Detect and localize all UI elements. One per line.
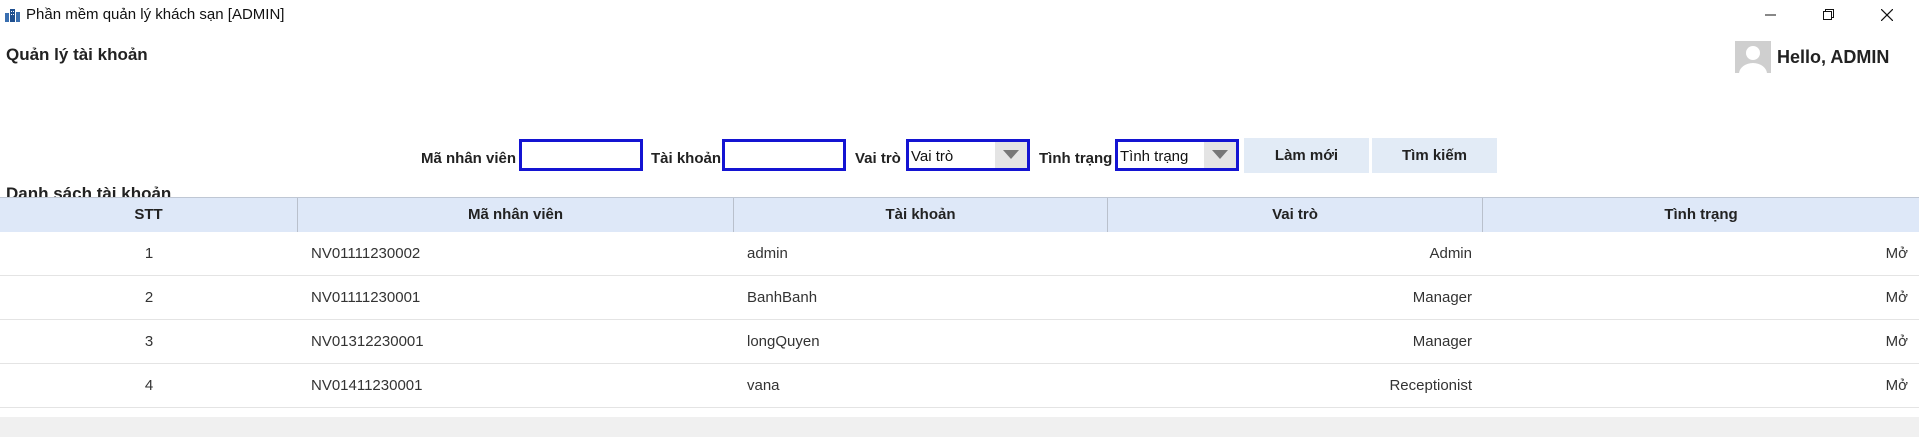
window-title: Phần mềm quản lý khách sạn [ADMIN] xyxy=(26,6,285,23)
cell-account: longQuyen xyxy=(747,333,820,350)
page-title: Quản lý tài khoản xyxy=(6,45,148,64)
status-select[interactable]: Tình trạng xyxy=(1115,139,1239,171)
cell-status: Mở xyxy=(1885,377,1908,394)
greeting: Hello, ADMIN xyxy=(1777,47,1890,67)
cell-employee-id: NV01111230001 xyxy=(311,289,421,306)
cell-status: Mở xyxy=(1885,333,1908,350)
table-row[interactable]: 1 NV01111230002 admin Admin Mở xyxy=(0,232,1919,276)
table-row[interactable]: 3 NV01312230001 longQuyen Manager Mở xyxy=(0,320,1919,364)
close-button[interactable] xyxy=(1859,0,1915,29)
cell-stt: 2 xyxy=(144,289,154,306)
restore-button[interactable] xyxy=(1801,0,1857,29)
main-content: Quản lý tài khoản Hello, ADMIN Mã nhân v… xyxy=(0,29,1919,417)
cell-stt: 3 xyxy=(144,333,154,350)
cell-status: Mở xyxy=(1885,245,1908,262)
cell-stt: 4 xyxy=(144,377,154,394)
close-icon xyxy=(1881,9,1893,21)
role-select[interactable]: Vai trò xyxy=(906,139,1030,171)
cell-role: Manager xyxy=(1412,333,1472,350)
minimize-icon xyxy=(1765,14,1776,16)
cell-status: Mở xyxy=(1885,289,1908,306)
column-header-account[interactable]: Tài khoản xyxy=(734,198,1108,232)
cell-stt: 1 xyxy=(144,245,154,262)
column-header-employee-id[interactable]: Mã nhân viên xyxy=(298,198,734,232)
employee-id-input[interactable] xyxy=(519,139,643,171)
cell-role: Receptionist xyxy=(1389,377,1472,394)
employee-id-label: Mã nhân viên xyxy=(421,150,517,167)
cell-employee-id: NV01411230001 xyxy=(311,377,423,394)
minimize-button[interactable] xyxy=(1743,0,1799,29)
column-header-status[interactable]: Tình trạng xyxy=(1483,198,1919,232)
restore-icon xyxy=(1823,9,1834,20)
table-row[interactable]: 4 NV01411230001 vana Receptionist Mở xyxy=(0,364,1919,408)
account-input[interactable] xyxy=(722,139,846,171)
chevron-down-icon[interactable] xyxy=(1204,142,1236,168)
cell-employee-id: NV01312230001 xyxy=(311,333,424,350)
cell-account: admin xyxy=(747,245,788,262)
cell-account: vana xyxy=(747,377,780,394)
search-button[interactable]: Tìm kiếm xyxy=(1372,138,1497,173)
cell-account: BanhBanh xyxy=(747,289,818,306)
column-header-role[interactable]: Vai trò xyxy=(1108,198,1483,232)
cell-role: Admin xyxy=(1429,245,1472,262)
status-select-value: Tình trạng xyxy=(1120,148,1189,165)
window-titlebar: Phần mềm quản lý khách sạn [ADMIN] xyxy=(0,0,1919,29)
cell-role: Manager xyxy=(1412,289,1472,306)
cell-employee-id: NV01111230002 xyxy=(311,245,421,262)
refresh-button[interactable]: Làm mới xyxy=(1244,138,1369,173)
status-label: Tình trạng xyxy=(1039,150,1113,167)
user-avatar-icon xyxy=(1735,41,1771,73)
role-select-value: Vai trò xyxy=(911,148,954,165)
chevron-down-icon[interactable] xyxy=(995,142,1027,168)
column-header-stt[interactable]: STT xyxy=(0,198,298,232)
role-label: Vai trò xyxy=(855,150,901,167)
table-header: STT Mã nhân viên Tài khoản Vai trò Tình … xyxy=(0,197,1919,233)
table-row[interactable]: 2 NV01111230001 BanhBanh Manager Mở xyxy=(0,276,1919,320)
account-label: Tài khoản xyxy=(651,150,722,167)
hotel-icon xyxy=(5,8,21,22)
